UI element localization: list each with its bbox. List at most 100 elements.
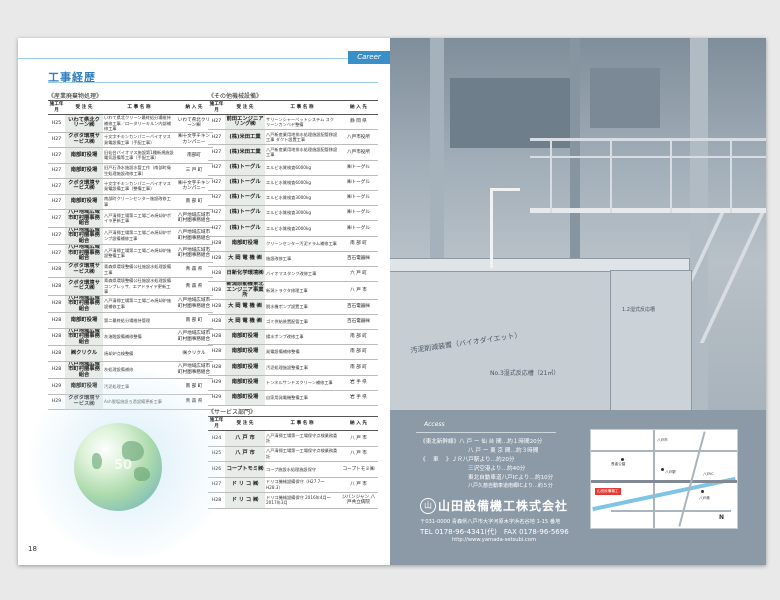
table-cell: 揚水ポンプ改修工事	[265, 329, 339, 346]
table-row: H27 南部町役場 旧戸石浄水施設水管工作（南部町衛生処理施設改修工事）三 戸 町	[48, 163, 213, 179]
table-cell: H27	[48, 132, 65, 148]
table-cell: 八戸清掃工場第二工場ごみ焼却炉施設整備工事	[103, 244, 175, 263]
right-page: 汚泥削減装置（バイオダイエット） No.3湿式反応槽（21㎥） 1.2湿式反応槽…	[390, 38, 766, 565]
career-rule	[18, 58, 390, 59]
table-cell: 南 部 町	[339, 344, 378, 361]
table2-label: 《その他機械設備》	[208, 93, 263, 100]
table-cell: ジバンジャン 八戸共立病院	[339, 492, 378, 509]
table-cell: (株)米田工業	[225, 129, 265, 146]
company-url[interactable]: http://www.yamada-setsubi.com	[452, 537, 536, 543]
table-cell: クボタ環境サービス㈱	[65, 277, 103, 296]
map-label-ic: 八戸IC	[703, 472, 714, 476]
table-row: H28 南部町役場 揚水ポンプ改修工事南 部 町	[208, 329, 378, 346]
table-cell: 南部町役場	[65, 194, 103, 210]
brochure-spread: Career 工事経歴 《産業廃棄物処理》 施工年月受 注 先工 事 名 称納 …	[18, 38, 766, 565]
table-row: H27ド リ コ ㈱ドリコ機械設備保守（H27.7〜H28.3）八 戸 市	[208, 477, 378, 493]
access-map: 長者公園 八戸市 八戸駅 八戸IC 山田設備機工 八戸港 N	[590, 429, 738, 529]
table-cell: (株)米田工業	[225, 144, 265, 161]
table-cell: バイオマスタンク改修工事	[265, 266, 339, 283]
table-row: H28 大 岡 電 機 ㈱ゴミ供給装置配管工事 百石電器㈱	[208, 314, 378, 330]
career-tab: Career	[348, 51, 390, 64]
table-row: H27 (株)米田工業 八戸新産業用地排水処理施設配管移設工事 ダクト設置工事 八戸市…	[208, 129, 378, 146]
table-cell: H27	[208, 205, 225, 222]
table1-header-1: 受 注 先	[65, 100, 103, 115]
table-cell: エルビ水質検査6000kg	[265, 175, 339, 191]
map-label-company: 山田設備機工	[595, 488, 621, 495]
table-cell: エルビ水質検査3000kg	[265, 205, 339, 222]
table-cell: H27	[48, 209, 65, 228]
table-cell: 青森県環境整備公社施設水処理設備工事	[103, 262, 175, 278]
table-cell: トンネルサンドスクリーン補修工事	[265, 375, 339, 391]
table-cell: エルビ水質検査6000kg	[265, 160, 339, 176]
table-cell: H27	[208, 129, 225, 146]
tank-label-no3: No.3湿式反応槽（21㎥）	[490, 370, 560, 377]
table-row: H29 南部町役場 自家用発電機整備工事岩 手 県	[208, 390, 378, 406]
table-row: H27 前田エンジニアリング㈱ サリーンシャーベットシステム スクリーンカンベヤ整備…	[208, 114, 378, 131]
facility-photo: 汚泥削減装置（バイオダイエット） No.3湿式反応槽（21㎥） 1.2湿式反応槽	[390, 38, 766, 412]
table-cell: 八戸市役所	[339, 144, 378, 161]
table-cell: ㈱トーグル	[339, 220, 378, 237]
table-row: H29 南部町役場 トンネルサンドスクリーン補修工事岩 手 県	[208, 375, 378, 391]
table3-header-2: 工 事 名 称	[265, 416, 339, 431]
table-cell: 灰溶融設備補修整備	[103, 328, 175, 346]
table-cell: 八戸地域広域市町村圏事務組合	[65, 295, 103, 313]
table1-header-0: 施工年月	[48, 100, 65, 115]
access-line-1: 《東北新幹線》八 戸 ー 仙 台 間…約１時間20分	[420, 439, 543, 445]
table-cell: サリーンシャーベットシステム スクリーンカンベヤ整備	[265, 114, 339, 131]
table-row: H28 クボタ環境サービス㈱ 青森県環境整備公社施設水処理設備工事青 森 県	[48, 262, 213, 278]
table-cell: H27	[48, 194, 65, 210]
table-cell: 前田エンジニアリング㈱	[225, 114, 265, 131]
table-row: H27 (株)米田工業 八戸新産業用地排水処理施設配管移設工事 八戸市役所	[208, 144, 378, 161]
table-cell: いわて県北クリーン最終処分場維持補修工事／ロータリーキルン内部補修工事	[103, 114, 175, 133]
table-cell: ゴミ供給装置配管工事	[265, 314, 339, 330]
table-cell: H27	[48, 178, 65, 195]
table-cell: 百石電器㈱	[339, 299, 378, 315]
access-line-3: 《 車 》ＪＲ八戸駅より…約20分	[420, 457, 515, 463]
table-row: H24八 戸 市八戸清掃工場第一工場保守点検業務委託八 戸 市	[208, 430, 378, 447]
table-cell: 自家用発電機整備工事	[265, 390, 339, 406]
table-cell: クボタ環境サービス㈱	[65, 132, 103, 148]
table-row: H27 (株)トーグル エルビ水質検査6000kg ㈱トーグル	[208, 160, 378, 176]
other-machinery-table: 施工年月受 注 先工 事 名 称納 入 先 H27 前田エンジニアリング㈱ サリーンシ…	[208, 100, 378, 406]
table-cell: 大 岡 電 機 ㈱	[225, 314, 265, 330]
table-cell: 八戸清掃工場第一工場保守点検業務委託	[265, 446, 339, 462]
table2-header-2: 工 事 名 称	[265, 100, 339, 115]
table-cell: H28	[208, 281, 225, 300]
table-cell: (株)トーグル	[225, 175, 265, 191]
table2-header-1: 受 注 先	[225, 100, 265, 115]
table-row: H28 南部町役場 発電設備補修整備南 部 町	[208, 344, 378, 361]
table-cell: H27	[48, 163, 65, 179]
table-cell: 十文字チキンカンパニーバイオマス発電設備工事（手配工事）	[103, 132, 175, 148]
table-cell: ド リ コ ㈱	[225, 492, 265, 509]
table-cell: いわて県北クリーン㈱	[65, 114, 103, 133]
table-cell: エルビ水質検査3000kg	[265, 190, 339, 207]
table-row: H25八 戸 市八戸清掃工場第一工場保守点検業務委託八 戸 市	[208, 446, 378, 462]
table-row: H27 南部町役場 南部町クリーンセンター施設改修工事南 部 町	[48, 194, 213, 210]
table-cell: 静 岡 県	[339, 114, 378, 131]
table-row: H27 (株)トーグル エルビ水質検査2000kg ㈱トーグル	[208, 220, 378, 237]
table-cell: 青森県環境整備公社施設水処理設備コンプレッサ、エアドライヤ更新工事	[103, 277, 175, 296]
table-cell: 南 部 町	[339, 236, 378, 252]
table-cell: H29	[208, 375, 225, 391]
table-cell: H28	[208, 359, 225, 376]
tank-label-12: 1.2湿式反応槽	[622, 307, 655, 313]
table-cell: 大 岡 電 機 ㈱	[225, 251, 265, 267]
page-number: 18	[28, 545, 37, 553]
table-cell: コープトモミ㈱	[225, 461, 265, 478]
table-cell: コープ施設水処理施設保守	[265, 461, 339, 478]
section-rule	[48, 82, 378, 83]
table-cell: 南部町役場	[65, 163, 103, 179]
table-cell: 南部町役場	[225, 375, 265, 391]
table-cell: ドリコ機械設備保守（H27.7〜H28.3）	[265, 477, 339, 493]
access-line-5: 東北自動車道八戸ICより…約10分	[468, 475, 554, 481]
table-cell: 八戸新産業用地排水処理施設配管移設工事	[265, 144, 339, 161]
table-cell: 旧仙台バイオマス施設第1種新規施設電気設備等工事（手配工事）	[103, 147, 175, 164]
table-cell: H28	[48, 262, 65, 278]
table-cell: H28	[208, 236, 225, 252]
table-cell: H27	[208, 175, 225, 191]
table-row: H28 八戸地域広域市町村圏事務組合 八戸清掃工場第二工場ごみ焼却炉施設補修工事 八戸…	[48, 295, 213, 313]
table-cell: H28	[208, 344, 225, 361]
table-cell: 焼却炉点検整備	[103, 345, 175, 362]
map-label-park: 長者公園	[611, 462, 626, 466]
table-cell: H28	[48, 295, 65, 313]
